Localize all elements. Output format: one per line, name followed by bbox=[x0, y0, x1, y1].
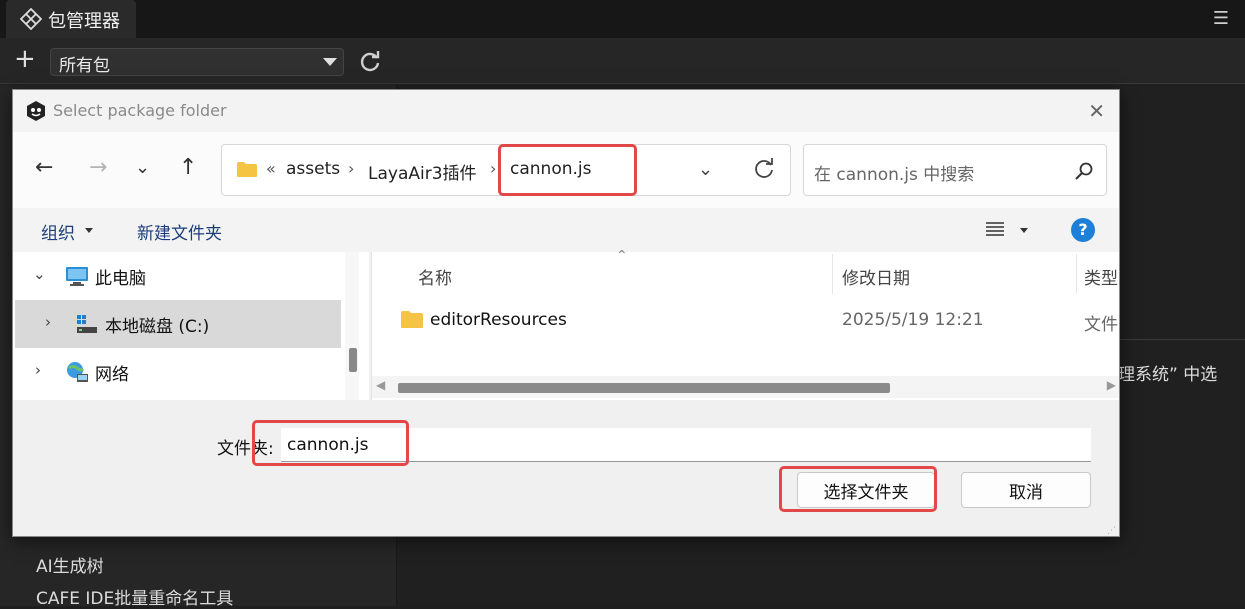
tree-item-network[interactable]: › 网络 bbox=[15, 348, 341, 396]
list-item[interactable]: CAFE IDE批量重命名工具 bbox=[36, 584, 233, 609]
chevron-down-icon[interactable]: ⌄ bbox=[698, 159, 713, 180]
select-folder-button[interactable]: 选择文件夹 bbox=[797, 472, 935, 508]
chevron-down-icon[interactable] bbox=[1020, 228, 1028, 233]
navigation-bar: ← → ⌄ ↑ « assets › LayaAir3插件 › cannon.j… bbox=[13, 132, 1119, 208]
folder-name-input[interactable] bbox=[281, 428, 1091, 462]
help-icon[interactable]: ? bbox=[1071, 218, 1095, 242]
file-type: 文件 bbox=[1084, 315, 1118, 335]
dialog-footer: 文件夹: 选择文件夹 取消 ⋰ bbox=[13, 400, 1119, 536]
view-options-icon[interactable] bbox=[985, 221, 1005, 237]
back-arrow-icon[interactable]: ← bbox=[35, 156, 53, 180]
network-icon bbox=[67, 362, 88, 382]
refresh-icon[interactable] bbox=[358, 50, 382, 74]
tab-package-manager[interactable]: 包管理器 bbox=[6, 0, 136, 38]
search-icon[interactable] bbox=[1074, 161, 1094, 181]
column-header-modified[interactable]: 修改日期 bbox=[842, 264, 910, 289]
computer-icon bbox=[66, 267, 88, 286]
file-list: ⌃ 名称 修改日期 类型 editorResources 2025/5/19 1… bbox=[371, 248, 1119, 400]
search-box[interactable]: 在 cannon.js 中搜索 bbox=[803, 144, 1107, 196]
address-overflow[interactable]: « bbox=[266, 159, 276, 178]
menu-icon[interactable]: ☰ bbox=[1213, 8, 1229, 29]
new-folder-button[interactable]: 新建文件夹 bbox=[137, 219, 222, 244]
navigation-pane: ⌄ 此电脑 › 本地磁盘 (C:) › 网络 bbox=[13, 252, 369, 400]
chevron-right-icon[interactable]: › bbox=[348, 159, 354, 178]
breadcrumb-assets[interactable]: assets bbox=[286, 159, 340, 179]
folder-label: 文件夹: bbox=[217, 439, 274, 459]
select-folder-dialog: Select package folder ✕ ← → ⌄ ↑ « assets… bbox=[12, 89, 1120, 537]
tree-item-this-pc[interactable]: ⌄ 此电脑 bbox=[15, 252, 341, 300]
package-manager-icon bbox=[20, 8, 42, 30]
tree-item-label: 本地磁盘 (C:) bbox=[105, 317, 210, 337]
dialog-titlebar: Select package folder ✕ bbox=[13, 90, 1119, 132]
folder-icon bbox=[401, 311, 423, 328]
tree-item-label: 网络 bbox=[95, 365, 129, 385]
add-icon[interactable]: + bbox=[14, 46, 36, 72]
recent-locations-chevron-icon[interactable]: ⌄ bbox=[135, 156, 150, 180]
organize-button[interactable]: 组织 bbox=[41, 219, 75, 244]
close-icon[interactable]: ✕ bbox=[1088, 99, 1105, 123]
file-modified: 2025/5/19 12:21 bbox=[842, 310, 984, 330]
file-name: editorResources bbox=[430, 310, 567, 330]
list-item[interactable]: AI生成树 bbox=[36, 552, 104, 577]
tab-title: 包管理器 bbox=[48, 11, 120, 32]
command-bar: 组织 新建文件夹 ? bbox=[13, 208, 1119, 252]
forward-arrow-icon[interactable]: → bbox=[89, 156, 107, 180]
editor-tab-bar: 包管理器 ☰ bbox=[0, 0, 1245, 38]
cancel-button[interactable]: 取消 bbox=[961, 472, 1091, 508]
breadcrumb-plugins[interactable]: LayaAir3插件 bbox=[368, 159, 477, 184]
chevron-right-icon[interactable]: › bbox=[35, 361, 41, 379]
chevron-down-icon[interactable]: ⌄ bbox=[33, 265, 46, 283]
breadcrumb-current[interactable]: cannon.js bbox=[510, 159, 591, 179]
table-row[interactable]: editorResources 2025/5/19 12:21 文件 bbox=[372, 298, 1119, 344]
tree-item-label: 此电脑 bbox=[95, 269, 146, 289]
resize-grip-icon[interactable]: ⋰ bbox=[1107, 526, 1117, 536]
chevron-right-icon[interactable]: › bbox=[45, 313, 51, 331]
column-header-type[interactable]: 类型 bbox=[1084, 264, 1118, 289]
address-bar[interactable]: « assets › LayaAir3插件 › cannon.js ⌄ bbox=[221, 144, 791, 196]
scrollbar-thumb[interactable] bbox=[398, 383, 890, 393]
chevron-down-icon[interactable] bbox=[85, 228, 93, 233]
dialog-title: Select package folder bbox=[53, 101, 227, 120]
column-separator[interactable] bbox=[832, 254, 833, 294]
detail-text: 理系统” 中选 bbox=[1118, 365, 1218, 385]
package-filter-select[interactable]: 所有包 bbox=[50, 48, 344, 76]
refresh-icon[interactable] bbox=[752, 157, 776, 181]
app-logo-icon bbox=[27, 101, 45, 121]
chevron-down-icon bbox=[323, 58, 337, 66]
scroll-right-icon[interactable]: ▶ bbox=[1107, 378, 1116, 392]
scrollbar-thumb[interactable] bbox=[349, 348, 357, 372]
folder-icon bbox=[237, 162, 257, 177]
chevron-right-icon[interactable]: › bbox=[490, 159, 496, 178]
navigation-scrollbar[interactable] bbox=[345, 252, 359, 400]
column-separator[interactable] bbox=[1076, 254, 1077, 294]
package-toolbar: + 所有包 bbox=[0, 38, 1245, 84]
tree-item-local-disk[interactable]: › 本地磁盘 (C:) bbox=[15, 300, 341, 348]
scroll-left-icon[interactable]: ◀ bbox=[376, 378, 385, 392]
drive-icon bbox=[77, 315, 97, 333]
search-placeholder: 在 cannon.js 中搜索 bbox=[814, 165, 975, 185]
sort-ascending-icon: ⌃ bbox=[616, 248, 628, 264]
up-arrow-icon[interactable]: ↑ bbox=[179, 156, 197, 180]
column-header-name[interactable]: 名称 bbox=[418, 264, 452, 289]
package-filter-value: 所有包 bbox=[59, 56, 110, 76]
horizontal-scrollbar[interactable]: ◀ ▶ bbox=[372, 376, 1119, 398]
